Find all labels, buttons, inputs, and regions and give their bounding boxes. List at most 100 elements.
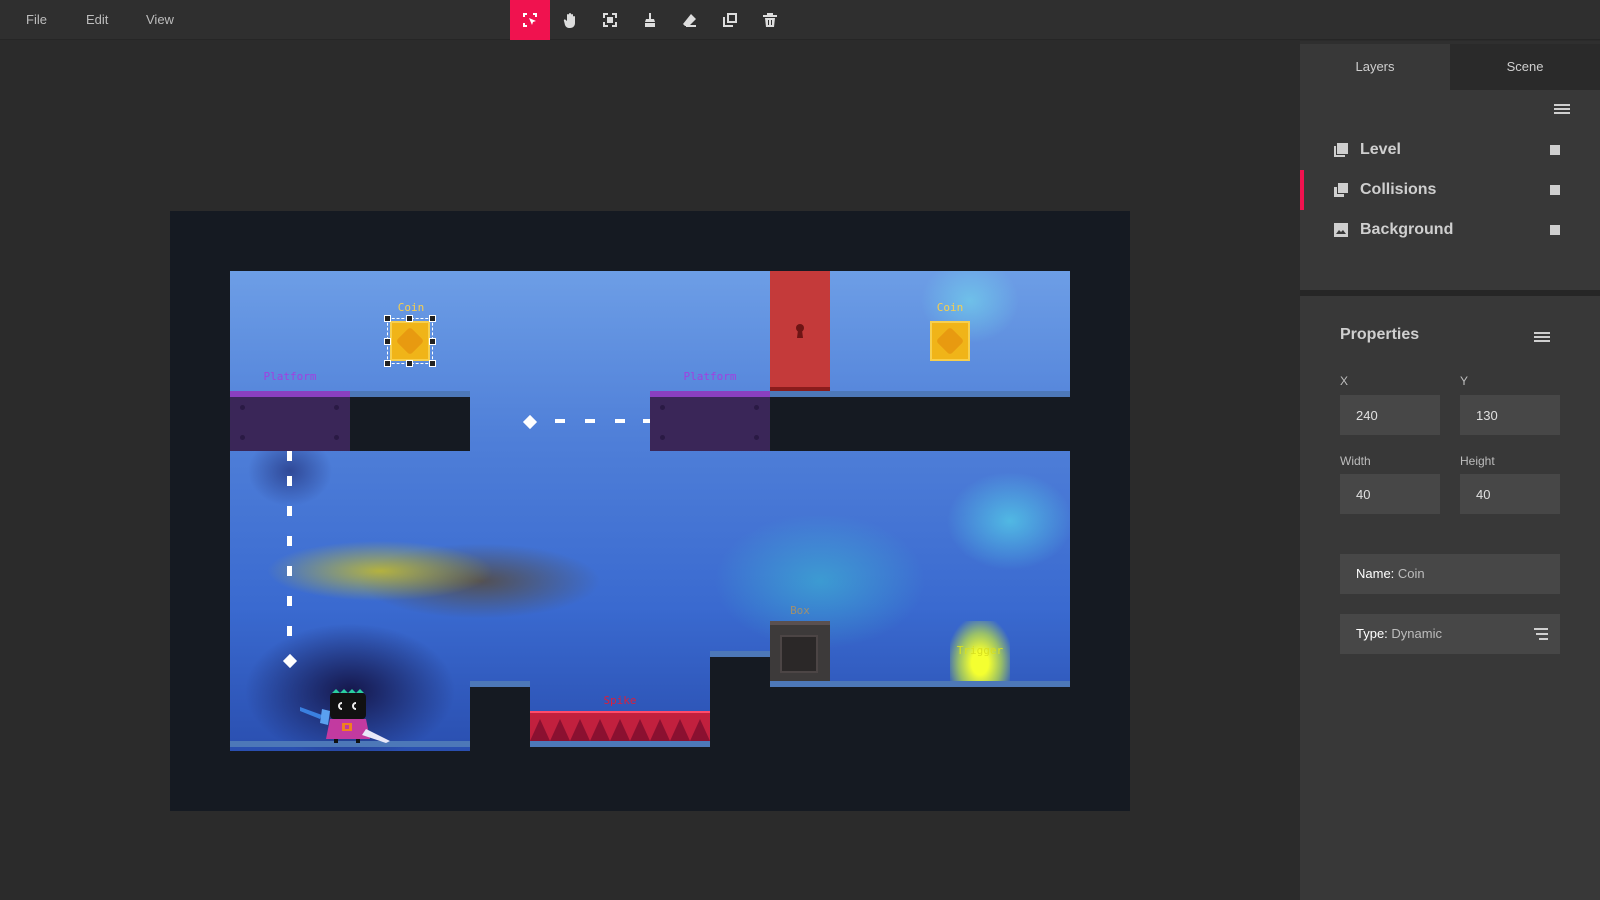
eraser-icon	[683, 14, 696, 27]
path-segment	[287, 536, 292, 546]
path-segment	[287, 451, 292, 461]
path-segment	[287, 566, 292, 576]
name-field-label: Name:	[1356, 566, 1395, 581]
level-stage: Coin Coin Platform Platform Spike Box Tr…	[170, 211, 1130, 811]
tab-scene[interactable]: Scene	[1450, 44, 1600, 90]
active-layer-indicator	[1300, 170, 1304, 210]
solid-block	[350, 391, 470, 451]
coin-label: Coin	[936, 301, 964, 314]
pan-tool-button[interactable]	[550, 0, 590, 40]
height-input[interactable]	[1460, 474, 1560, 514]
path-segment	[287, 626, 292, 636]
solid-block	[770, 681, 1070, 751]
duplicate-tool-button[interactable]	[710, 0, 750, 40]
resize-handle[interactable]	[384, 315, 391, 322]
layer-name: Level	[1360, 141, 1401, 158]
solid-block	[470, 681, 530, 751]
layer-visibility-toggle[interactable]	[1550, 185, 1560, 195]
resize-handle[interactable]	[429, 338, 436, 345]
select-icon	[523, 13, 537, 27]
resize-handle[interactable]	[406, 315, 413, 322]
width-input[interactable]	[1340, 474, 1440, 514]
box-inner	[780, 635, 818, 673]
name-field[interactable]: Name: Coin	[1340, 554, 1560, 594]
layers-menu-icon[interactable]	[1554, 104, 1570, 116]
height-label: Height	[1460, 454, 1495, 468]
platform-right[interactable]	[650, 391, 770, 451]
name-field-value: Coin	[1397, 566, 1425, 581]
brush-tool-button[interactable]	[630, 0, 670, 40]
ledge	[770, 681, 1070, 687]
copy-icon	[1334, 183, 1348, 197]
menu-edit[interactable]: Edit	[86, 0, 108, 40]
delete-tool-button[interactable]	[750, 0, 790, 40]
layer-item-collisions[interactable]: Collisions	[1300, 170, 1600, 210]
x-input[interactable]	[1340, 395, 1440, 435]
spike-label: Spike	[603, 694, 637, 707]
coin-label: Coin	[397, 301, 425, 314]
brush-icon	[645, 13, 655, 27]
panel-tabs: Layers Scene	[1300, 44, 1600, 90]
layer-name: Collisions	[1360, 181, 1437, 198]
layer-visibility-toggle[interactable]	[1550, 225, 1560, 235]
layer-item-level[interactable]: Level	[1300, 130, 1600, 170]
properties-panel: Properties X Y Width Height Name: Coin T…	[1300, 296, 1600, 900]
resize-handle[interactable]	[384, 360, 391, 367]
coin-object[interactable]	[930, 321, 970, 361]
coin-icon	[935, 326, 965, 356]
trash-icon	[763, 13, 777, 27]
ledge	[470, 681, 530, 687]
level-canvas[interactable]: Coin Coin Platform Platform Spike Box Tr…	[230, 271, 1070, 751]
spike-hazard[interactable]	[530, 711, 710, 741]
fit-tool-button[interactable]	[590, 0, 630, 40]
path-node[interactable]	[282, 653, 298, 669]
box-object[interactable]	[770, 621, 830, 681]
path-segment	[287, 476, 292, 486]
tab-layers[interactable]: Layers	[1300, 44, 1450, 90]
platform-left[interactable]	[230, 391, 350, 451]
top-bar: File Edit View	[0, 0, 1600, 40]
platform-label: Platform	[683, 370, 737, 383]
fullscreen-icon	[603, 13, 617, 27]
canvas-workspace[interactable]: Coin Coin Platform Platform Spike Box Tr…	[0, 41, 1300, 900]
y-input[interactable]	[1460, 395, 1560, 435]
path-node[interactable]	[522, 414, 538, 430]
resize-handle[interactable]	[429, 360, 436, 367]
layer-name: Background	[1360, 221, 1454, 238]
locked-door[interactable]	[770, 271, 830, 391]
image-stack-icon	[1334, 143, 1348, 157]
spikes-icon	[530, 719, 710, 741]
layers-list: Level Collisions Background	[1300, 90, 1600, 314]
box-label: Box	[790, 604, 810, 617]
properties-title: Properties	[1340, 326, 1420, 343]
path-segment	[287, 596, 292, 606]
filter-list-icon	[1534, 628, 1548, 640]
type-field-value: Dynamic	[1391, 626, 1442, 641]
properties-menu-icon[interactable]	[1534, 332, 1550, 344]
right-panel: Layers Scene Level Collisions Background…	[1300, 41, 1600, 900]
y-label: Y	[1460, 374, 1469, 388]
ledge	[770, 391, 1070, 397]
platform-label: Platform	[263, 370, 317, 383]
duplicate-icon	[723, 13, 737, 27]
menu-file[interactable]: File	[26, 0, 47, 40]
x-label: X	[1340, 374, 1349, 388]
eraser-tool-button[interactable]	[670, 0, 710, 40]
resize-handle[interactable]	[406, 360, 413, 367]
layer-visibility-toggle[interactable]	[1550, 145, 1560, 155]
path-segment	[615, 419, 625, 423]
path-segment	[287, 506, 292, 516]
width-label: Width	[1340, 454, 1371, 468]
resize-handle[interactable]	[384, 338, 391, 345]
player-character[interactable]	[300, 689, 392, 743]
select-tool-button[interactable]	[510, 0, 550, 40]
resize-handle[interactable]	[429, 315, 436, 322]
type-field-label: Type:	[1356, 626, 1388, 641]
solid-block	[770, 391, 1070, 451]
menu-view[interactable]: View	[146, 0, 174, 40]
hand-icon	[563, 13, 575, 28]
ledge	[710, 651, 770, 657]
layer-item-background[interactable]: Background	[1300, 210, 1600, 250]
type-dropdown[interactable]: Type: Dynamic	[1340, 614, 1560, 654]
path-segment	[585, 419, 595, 423]
